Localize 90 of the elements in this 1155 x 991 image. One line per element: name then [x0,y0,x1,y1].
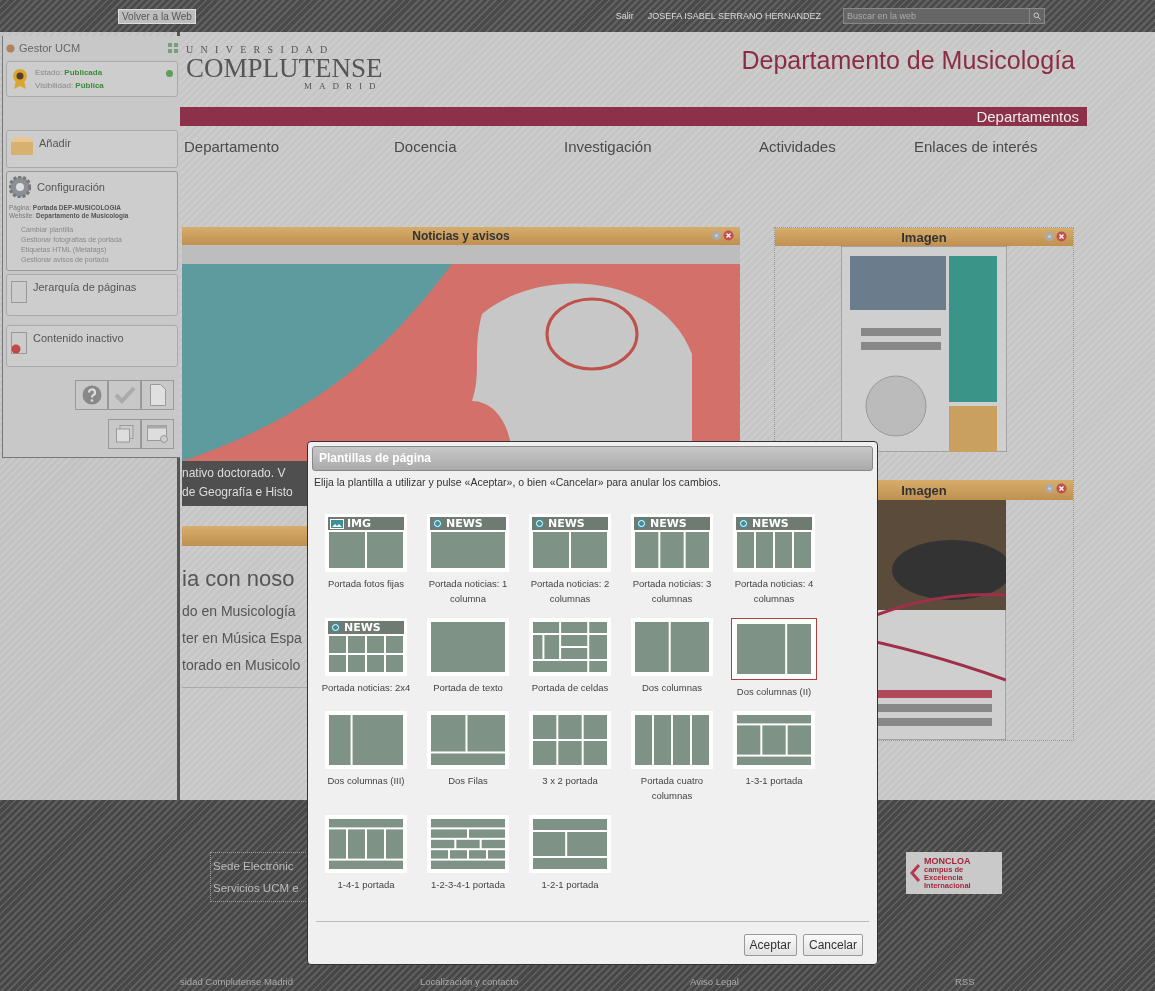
layout-preview-icon [430,531,506,569]
document-icon [11,281,27,303]
badge-label: NEWS [650,517,687,530]
badge-label: NEWS [752,517,789,530]
nav-link[interactable]: Actividades [759,138,836,155]
layout-preview-icon [430,714,506,766]
globe-icon [330,622,341,633]
page-hierarchy-button[interactable]: Jerarquía de páginas [6,274,178,316]
document-icon [11,332,27,354]
nav-link[interactable]: Departamento [184,138,280,155]
nav-link[interactable]: Enlaces de interés [914,138,1038,155]
layout-preview-icon [328,714,404,766]
picture-icon [330,518,344,529]
card-title: Imagen [901,482,947,498]
badge-label: NEWS [344,621,381,634]
document-icon [149,384,166,406]
new-page-button[interactable] [141,380,174,410]
panel-title: Gestor UCM [19,42,82,54]
window-icon [146,425,169,443]
footer-link[interactable]: Servicios UCM e [213,877,299,899]
layout-preview-icon [736,531,812,569]
layout-preview-icon [634,621,710,673]
footer-link[interactable]: Localización y contacto [420,976,519,987]
footer-link[interactable]: Sede Electrónic [213,855,294,877]
logo-text: COMPLUTENSE [186,55,383,81]
layout-preview-icon [328,818,404,870]
badge-label: IMG [347,517,372,530]
footer-link[interactable]: Aviso Legal [690,976,739,987]
close-icon[interactable] [1056,231,1067,242]
expand-icon[interactable] [168,43,178,53]
logo-text: MONCLOA [924,856,971,866]
study-link[interactable]: torado en Musicolo [182,657,301,673]
help-button[interactable] [75,380,108,410]
box-icon [11,137,33,155]
layout-preview-icon [634,714,710,766]
caption-text: de Geografía e Histo [182,484,293,501]
globe-icon [534,518,545,529]
copy-icon [115,425,134,443]
close-icon[interactable] [723,230,734,241]
logout-link[interactable]: Salir [615,11,634,21]
approve-button[interactable] [108,380,141,410]
layout-preview-icon [430,818,506,870]
section-bar: Departamentos [180,107,1087,126]
checkmark-icon [113,386,136,404]
globe-icon [636,518,647,529]
layout-preview-icon [328,635,404,673]
card-title: Imagen [901,229,947,245]
layout-preview-icon [736,623,812,675]
visibility-text: Visibilidad: Pública [35,80,105,92]
copy-button[interactable] [108,419,141,449]
badge-label: NEWS [548,517,585,530]
globe-icon [432,518,443,529]
site-title: Departamento de Musicología [741,45,1075,75]
status-dot-icon [166,70,173,77]
close-icon[interactable] [1056,483,1067,494]
status-text: Estado: Publicada [35,67,104,79]
layout-preview-icon [328,531,404,569]
preview-button[interactable] [141,419,174,449]
search-icon[interactable] [1033,12,1041,20]
add-button[interactable]: Añadir [6,130,178,168]
configuration-label[interactable]: Configuración [37,181,105,193]
section-heading: ia con noso [182,566,295,592]
accept-button[interactable]: Aceptar [743,934,797,956]
cancel-button[interactable]: Cancelar [802,934,863,956]
footer-link[interactable]: sidad Complutense Madrid [180,976,293,987]
nav-link[interactable]: Docencia [394,138,457,155]
logo-text: UNIVERSIDAD [186,44,336,55]
dialog-title: Plantillas de página [312,446,873,471]
help-icon [81,385,102,405]
user-name: JOSEFA ISABEL SERRANO HERNANDEZ [647,11,821,21]
medal-icon [11,68,29,90]
chevron-icon [909,863,921,883]
study-link[interactable]: do en Musicología [182,603,296,619]
caption-text: nativo doctorado. V [182,465,286,482]
study-link[interactable]: ter en Música Espa [182,630,302,646]
layout-preview-icon [532,818,608,870]
footer-link[interactable]: RSS [955,976,975,987]
layout-preview-icon [634,531,710,569]
layout-preview-icon [430,621,506,673]
layout-preview-icon [532,621,608,673]
card-title: Noticias y avisos [412,229,510,243]
layout-preview-icon [532,714,608,766]
dialog-instruction: Elija la plantilla a utilizar y pulse «Aceptar», o bien «Cancelar» para anular los cambios. [313,475,722,488]
back-to-web-link[interactable]: Volver a la Web [118,8,196,24]
globe-icon [738,518,749,529]
badge-label: NEWS [446,517,483,530]
logo-text: MADRID [304,81,383,91]
layout-preview-icon [532,531,608,569]
layout-preview-icon [736,714,812,766]
nav-link[interactable]: Investigación [564,138,652,155]
